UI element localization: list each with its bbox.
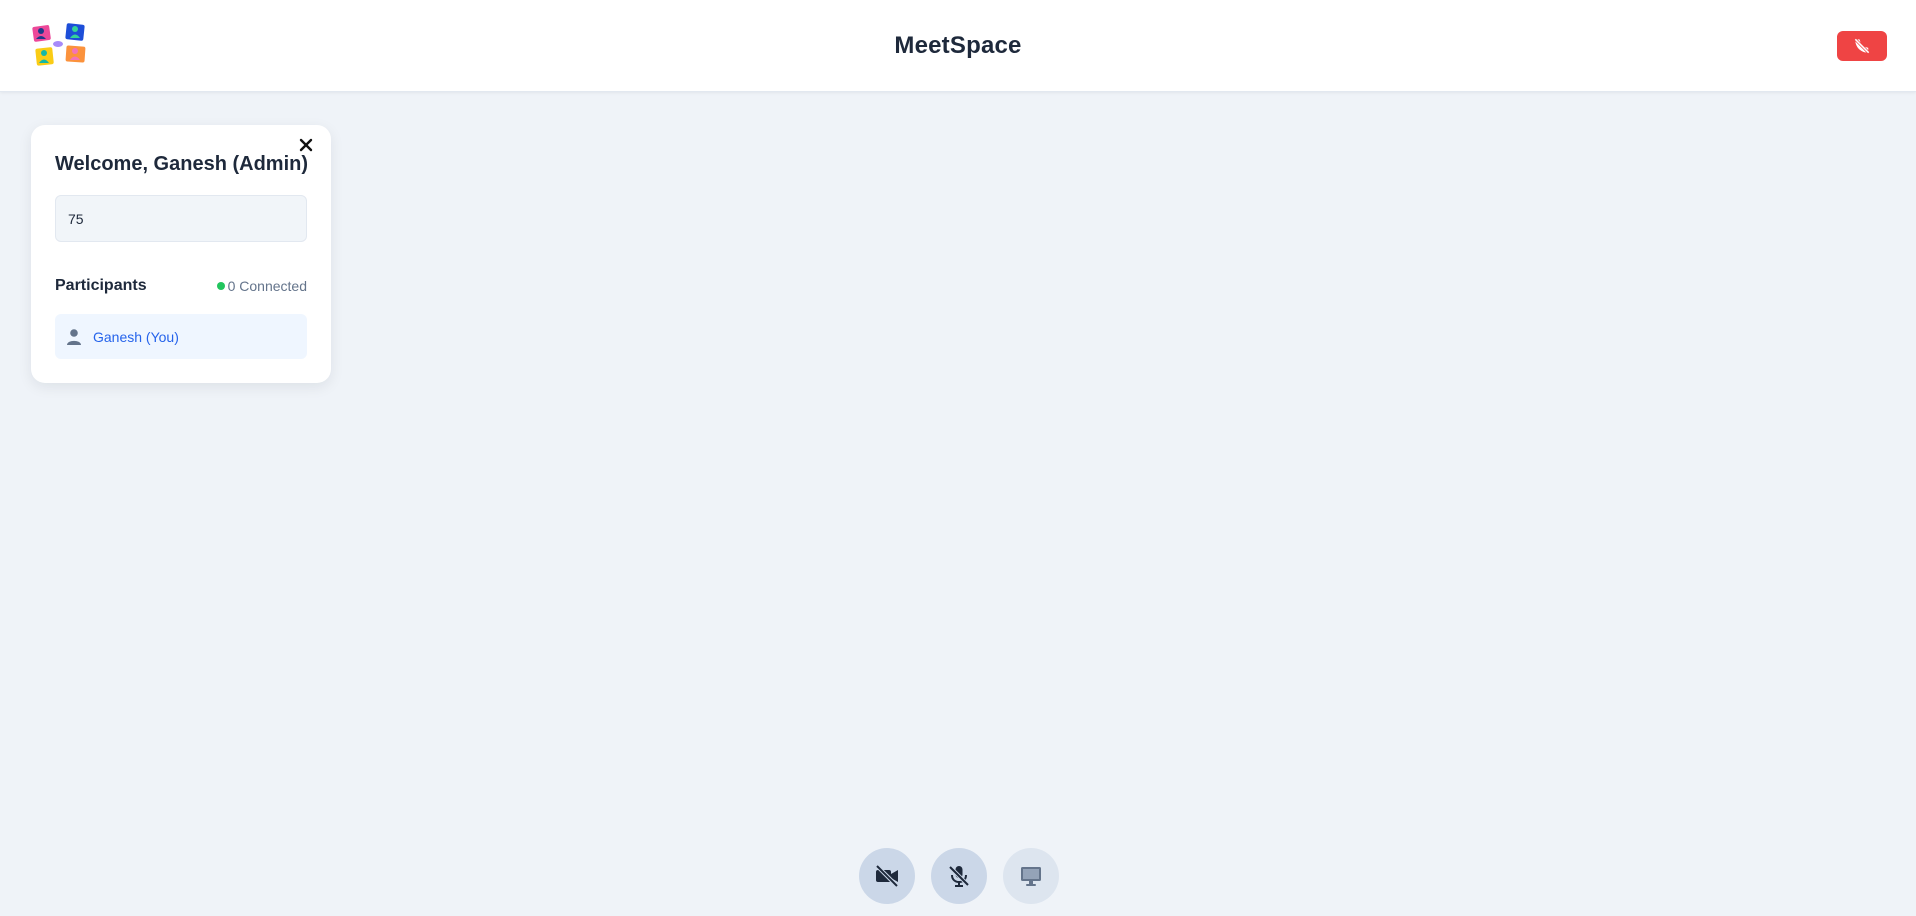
participant-name: Ganesh (You) xyxy=(93,328,179,345)
participant-item[interactable]: Ganesh (You) xyxy=(55,314,307,359)
connected-count: 0 Connected xyxy=(227,278,307,294)
app-title: MeetSpace xyxy=(894,32,1022,59)
phone-end-icon xyxy=(1854,38,1870,54)
monitor-icon xyxy=(1021,867,1041,886)
close-icon xyxy=(299,138,313,152)
user-icon xyxy=(65,328,83,346)
microphone-toggle-button[interactable] xyxy=(931,848,987,904)
end-call-button[interactable] xyxy=(1837,31,1887,61)
participants-label: Participants xyxy=(55,277,147,294)
welcome-panel: Welcome, Ganesh (Admin) Participants 0 C… xyxy=(31,125,331,383)
screen-share-button[interactable] xyxy=(1003,848,1059,904)
camera-toggle-button[interactable] xyxy=(859,848,915,904)
participants-header: Participants 0 Connected xyxy=(55,276,307,296)
video-off-icon xyxy=(875,864,899,888)
welcome-heading: Welcome, Ganesh (Admin) xyxy=(55,153,309,175)
mic-off-icon xyxy=(948,865,970,887)
call-controls xyxy=(859,848,1059,904)
close-panel-button[interactable] xyxy=(296,135,316,155)
connected-status: 0 Connected xyxy=(216,278,307,294)
status-dot-icon xyxy=(216,282,225,290)
meeting-id-input[interactable] xyxy=(55,195,307,242)
top-bar: MeetSpace xyxy=(0,0,1916,92)
